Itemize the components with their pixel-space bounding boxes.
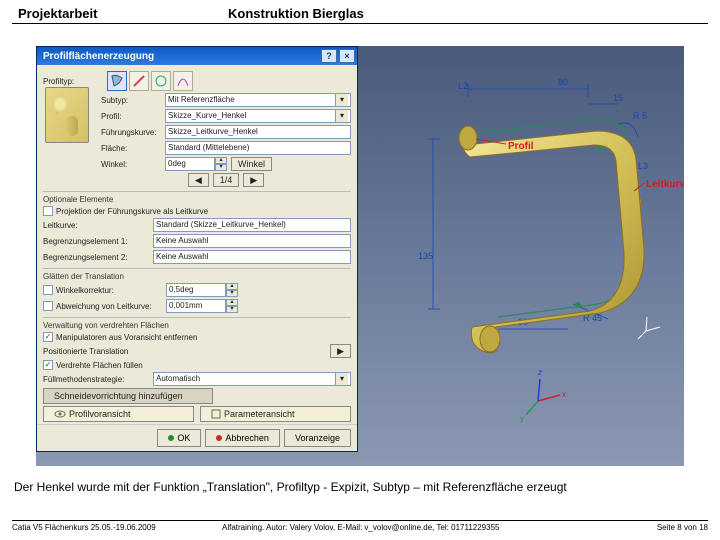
manip-checkbox-row[interactable]: Manipulatoren aus Voransicht entfernen (43, 332, 351, 342)
dim-15: 15 (613, 93, 623, 103)
begr2-field[interactable]: Keine Auswahl (153, 250, 351, 264)
profil-label: Profil: (101, 112, 165, 121)
winkelkorr-spinner[interactable]: ▴▾ (226, 283, 238, 297)
abw-spinner[interactable]: ▴▾ (226, 299, 238, 313)
projection-checkbox-row[interactable]: Projektion der Führungskurve als Leitkur… (43, 206, 351, 216)
dialog-title: Profilflächenerzeugung (43, 51, 319, 62)
profil-label: Profil (508, 141, 534, 152)
profiltyp-conic-icon[interactable] (173, 71, 193, 91)
profile-thumbnail (45, 87, 89, 143)
header-rule (12, 23, 708, 24)
winkel-field[interactable]: 0deg (165, 157, 215, 171)
profiltyp-line-icon[interactable] (129, 71, 149, 91)
dim-l3: L3 (638, 161, 648, 171)
add-cutter-button[interactable]: Schneidevorrichtung hinzufügen (43, 388, 213, 404)
cancel-dot-icon (216, 435, 222, 441)
verdreht-label: Verdrehte Flächen füllen (56, 361, 143, 370)
footer-mid: Alfatraining. Autor: Valery Volov, E-Mai… (222, 523, 618, 532)
flaeche-label: Fläche: (101, 144, 165, 153)
catia-viewport-area: Profilflächenerzeugung ? × Profiltyp: Su… (36, 46, 684, 466)
footer-rule (12, 520, 708, 521)
ok-button[interactable]: OK (157, 429, 201, 447)
leitkurve2-label: Leitkurve: (43, 221, 153, 230)
profiltyp-circle-icon[interactable] (151, 71, 171, 91)
optionale-header: Optionale Elemente (43, 191, 351, 204)
header-left: Projektarbeit (18, 6, 228, 21)
axis-triad: x y z (520, 368, 566, 423)
manip-label: Manipulatoren aus Voransicht entfernen (56, 333, 197, 342)
sweep-surface-dialog: Profilflächenerzeugung ? × Profiltyp: Su… (36, 46, 358, 452)
winkelkorr-label: Winkelkorrektur: (56, 286, 166, 295)
profil-field[interactable]: Skizze_Kurve_Henkel (165, 109, 351, 123)
figure-caption: Der Henkel wurde mit der Funktion „Trans… (14, 480, 706, 494)
winkel-prev-button[interactable]: ◀ (188, 173, 209, 187)
winkelkorr-field[interactable]: 0,5deg (166, 283, 226, 297)
subtyp-label: Subtyp: (101, 96, 165, 105)
begr1-field[interactable]: Keine Auswahl (153, 234, 351, 248)
ok-dot-icon (168, 435, 174, 441)
begr1-label: Begrenzungselement 1: (43, 237, 153, 246)
dialog-title-bar[interactable]: Profilflächenerzeugung ? × (37, 47, 357, 65)
3d-viewport[interactable]: 80 15 R 5 135 L2 L3 30 R 45 (358, 46, 684, 452)
profiltyp-explicit-icon[interactable] (107, 71, 127, 91)
leitkurve2-field[interactable]: Standard (Skizze_Leitkurve_Henkel) (153, 218, 351, 232)
winkel-law-button[interactable]: Winkel (231, 157, 272, 171)
help-button[interactable]: ? (321, 49, 337, 63)
winkel-label: Winkel: (101, 160, 165, 169)
winkel-count-button[interactable]: 1/4 (213, 173, 240, 187)
dim-l2: L2 (458, 81, 468, 91)
dim-135: 135 (418, 251, 433, 261)
page-footer: Catia V5 Flächenkurs 25.05.-19.06.2009 A… (12, 520, 708, 532)
leitkurve-label: Führungskurve: (101, 128, 165, 137)
abw-field[interactable]: 0,001mm (166, 299, 226, 313)
manip-checkbox[interactable] (43, 332, 53, 342)
abw-checkbox[interactable] (43, 301, 53, 311)
svg-text:x: x (562, 390, 566, 399)
pos-button[interactable]: ▶ (330, 344, 351, 358)
param-view-button[interactable]: Parameteransicht (200, 406, 351, 422)
close-button[interactable]: × (339, 49, 355, 63)
handle-solid (462, 131, 644, 353)
leitkurve-label: Leitkurve (646, 179, 684, 190)
winkel-spinner[interactable]: ▴▾ (215, 157, 227, 171)
dialog-body: Profiltyp: Subtyp: Mit Referenzfläche Pr… (37, 65, 357, 428)
abw-label: Abweichung von Leitkurve: (56, 302, 166, 311)
subtyp-combo[interactable]: Mit Referenzfläche (165, 93, 351, 107)
profiltyp-icons (107, 71, 193, 91)
footer-left: Catia V5 Flächenkurs 25.05.-19.06.2009 (12, 523, 222, 532)
handle-drawing: 80 15 R 5 135 L2 L3 30 R 45 (358, 46, 684, 452)
verdreht-checkbox[interactable] (43, 360, 53, 370)
page-header: Projektarbeit Konstruktion Bierglas (0, 0, 720, 23)
profile-preview-button[interactable]: Profilvoransicht (43, 406, 194, 422)
leitkurve-field[interactable]: Skizze_Leitkurve_Henkel (165, 125, 351, 139)
header-right: Konstruktion Bierglas (228, 6, 702, 21)
eye-icon (54, 409, 66, 419)
flaeche-field[interactable]: Standard (Mittelebene) (165, 141, 351, 155)
verdreht-checkbox-row[interactable]: Verdrehte Flächen füllen (43, 360, 351, 370)
handle-end-cap (480, 326, 500, 352)
footer-right: Seite 8 von 18 (618, 523, 708, 532)
svg-text:z: z (538, 368, 542, 377)
dim-80: 80 (558, 77, 568, 87)
glatt-header: Glätten der Translation (43, 268, 351, 281)
pos-header: Positionierte Translation (43, 347, 330, 356)
winkelkorr-checkbox[interactable] (43, 285, 53, 295)
profiltyp-label: Profiltyp: (43, 77, 107, 86)
param-icon (211, 409, 221, 419)
dialog-button-row: OK Abbrechen Voranzeige (37, 424, 357, 451)
handle-end-cap (459, 126, 477, 150)
winkel-next-button[interactable]: ▶ (243, 173, 264, 187)
strat-combo[interactable]: Automatisch (153, 372, 351, 386)
svg-text:y: y (520, 414, 524, 423)
verw-header: Verwaltung von verdrehten Flächen (43, 317, 351, 330)
strat-label: Füllmethodenstrategie: (43, 375, 153, 384)
begr2-label: Begrenzungselement 2: (43, 253, 153, 262)
projection-checkbox[interactable] (43, 206, 53, 216)
dim-r5: R 5 (633, 111, 647, 121)
axis-triad-small (638, 317, 660, 339)
preview-button[interactable]: Voranzeige (284, 429, 351, 447)
cancel-button[interactable]: Abbrechen (205, 429, 280, 447)
projection-label: Projektion der Führungskurve als Leitkur… (56, 207, 208, 216)
